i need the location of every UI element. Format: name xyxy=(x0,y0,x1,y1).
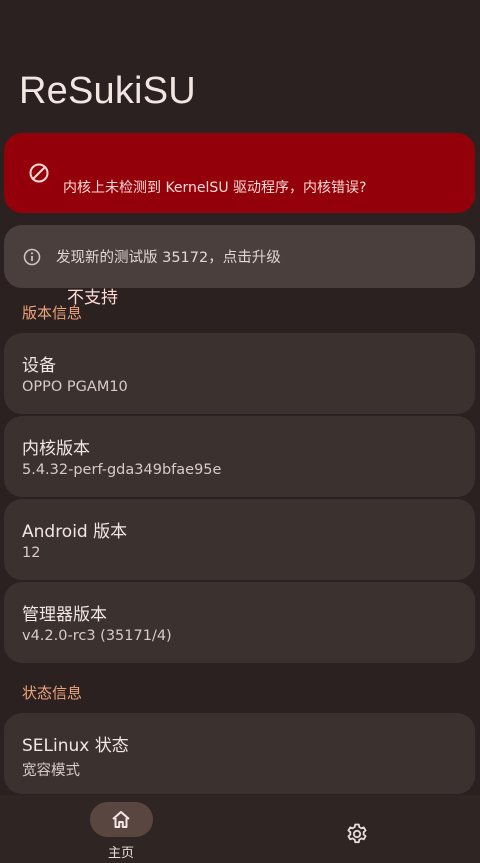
nav-home-label: 主页 xyxy=(107,846,134,861)
info-label: Android 版本 xyxy=(22,522,128,542)
ban-icon xyxy=(28,162,50,188)
kernel-status-card[interactable]: 不支持 内核上未检测到 KernelSU 驱动程序，内核错误? xyxy=(4,133,475,308)
info-card-android: Android 版本 12 xyxy=(4,499,475,580)
info-card-manager: 管理器版本 v4.2.0-rc3 (35171/4) xyxy=(4,582,475,663)
home-screen: ReSukiSU 不支持 内核上未检测到 KernelSU 驱动程序，内核错误?… xyxy=(0,0,480,863)
info-label: SELinux 状态 xyxy=(22,736,129,756)
info-card-selinux: SELinux 状态 宽容模式 xyxy=(4,713,475,794)
status-description: 内核上未检测到 KernelSU 驱动程序，内核错误? xyxy=(63,180,367,196)
info-value: 5.4.32-perf-gda349bfae95e xyxy=(22,462,222,478)
info-icon xyxy=(22,247,42,267)
info-value: 宽容模式 xyxy=(22,763,80,779)
update-text: 发现新的测试版 35172，点击升级 xyxy=(56,250,281,266)
section-header-version: 版本信息 xyxy=(22,304,83,322)
info-card-kernel: 内核版本 5.4.32-perf-gda349bfae95e xyxy=(4,416,475,497)
info-label: 内核版本 xyxy=(22,439,90,459)
app-title: ReSukiSU xyxy=(19,70,196,112)
info-value: OPPO PGAM10 xyxy=(22,379,128,395)
info-label: 设备 xyxy=(22,356,56,376)
info-value: 12 xyxy=(22,545,41,561)
update-card[interactable]: 发现新的测试版 35172，点击升级 xyxy=(4,225,475,288)
nav-home-indicator xyxy=(90,802,153,837)
section-header-status: 状态信息 xyxy=(22,684,83,702)
info-label: 管理器版本 xyxy=(22,605,107,625)
info-card-device: 设备 OPPO PGAM10 xyxy=(4,333,475,414)
nav-home[interactable]: 主页 xyxy=(88,795,154,863)
info-value: v4.2.0-rc3 (35171/4) xyxy=(22,628,172,644)
nav-settings[interactable] xyxy=(340,795,374,863)
bottom-nav: 主页 xyxy=(0,795,480,863)
